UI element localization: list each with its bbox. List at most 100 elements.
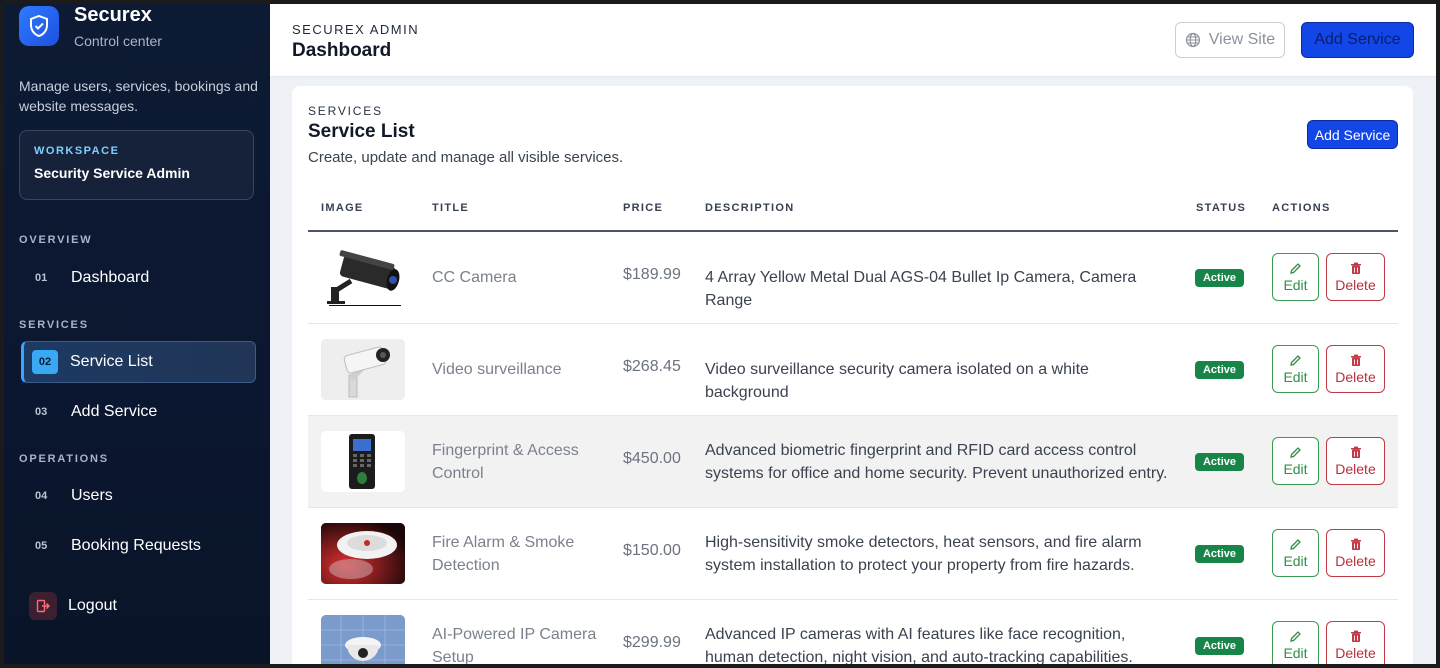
delete-button[interactable]: Delete xyxy=(1326,621,1385,664)
service-description: High-sensitivity smoke detectors, heat s… xyxy=(705,534,1142,574)
service-price: $299.99 xyxy=(623,634,681,651)
service-description: Advanced biometric fingerprint and RFID … xyxy=(705,442,1168,482)
sidebar-item-label: Add Service xyxy=(71,403,158,420)
dome-camera-image xyxy=(321,615,405,664)
view-site-button[interactable]: View Site xyxy=(1175,22,1285,58)
surveillance-camera-image xyxy=(321,339,405,400)
service-title: Fingerprint & Access Control xyxy=(432,442,579,482)
sidebar-description: Manage users, services, bookings and web… xyxy=(19,78,258,114)
edit-button[interactable]: Edit xyxy=(1272,621,1319,664)
brand-name: Securex xyxy=(74,4,152,26)
edit-button[interactable]: Edit xyxy=(1272,253,1319,301)
column-header-price: PRICE xyxy=(623,202,664,214)
brand-subtitle: Control center xyxy=(74,33,162,49)
service-description: Advanced IP cameras with AI features lik… xyxy=(705,626,1133,666)
pencil-icon xyxy=(1290,446,1301,458)
service-price: $450.00 xyxy=(623,450,681,467)
brand[interactable]: Securex Control center xyxy=(19,4,162,49)
edit-button[interactable]: Edit xyxy=(1272,345,1319,393)
pencil-icon xyxy=(1290,262,1301,274)
status-badge: Active xyxy=(1195,269,1244,287)
card-description: Create, update and manage all visible se… xyxy=(308,149,624,166)
sidebar-item-dashboard[interactable]: 01 Dashboard xyxy=(21,257,256,299)
service-description: Video surveillance security camera isola… xyxy=(705,361,1089,401)
delete-button[interactable]: Delete xyxy=(1326,529,1385,577)
column-header-actions: ACTIONS xyxy=(1272,202,1331,214)
status-badge: Active xyxy=(1195,453,1244,471)
service-description: 4 Array Yellow Metal Dual AGS-04 Bullet … xyxy=(705,269,1137,309)
section-label-overview: OVERVIEW xyxy=(19,234,93,246)
view-site-label: View Site xyxy=(1208,31,1276,48)
card-subtitle: SERVICES xyxy=(308,104,383,118)
trash-icon xyxy=(1350,262,1361,274)
service-title: CC Camera xyxy=(432,269,517,286)
table-row: Video surveillance $268.45 Video surveil… xyxy=(308,324,1398,416)
sidebar-item-service-list[interactable]: 02 Service List xyxy=(21,341,256,383)
main-content: SECUREX ADMIN Dashboard View Site Add Se… xyxy=(270,4,1436,664)
workspace-value: Security Service Admin xyxy=(34,165,190,181)
sidebar-item-label: Service List xyxy=(70,353,153,370)
delete-button[interactable]: Delete xyxy=(1326,437,1385,485)
workspace-card: WORKSPACE Security Service Admin xyxy=(19,130,254,200)
table-row: CC Camera $189.99 4 Array Yellow Metal D… xyxy=(308,232,1398,324)
trash-icon xyxy=(1350,538,1361,550)
topbar-subtitle: SECUREX ADMIN xyxy=(292,22,420,37)
logout-button[interactable]: Logout xyxy=(29,592,117,620)
delete-label: Delete xyxy=(1335,552,1376,569)
edit-button[interactable]: Edit xyxy=(1272,529,1319,577)
sidebar: Securex Control center Manage users, ser… xyxy=(4,4,270,664)
card-add-service-button[interactable]: Add Service xyxy=(1307,120,1398,149)
column-header-title: TITLE xyxy=(432,202,470,214)
table-row: Fingerprint & Access Control $450.00 Adv… xyxy=(308,416,1398,508)
globe-icon xyxy=(1185,32,1200,48)
service-price: $268.45 xyxy=(623,358,681,375)
service-title: Video surveillance xyxy=(432,361,562,378)
smoke-detector-image xyxy=(321,523,405,584)
shield-logo-icon xyxy=(19,6,59,46)
trash-icon xyxy=(1350,354,1361,366)
sidebar-item-label: Users xyxy=(71,487,113,504)
sidebar-item-label: Booking Requests xyxy=(71,537,201,554)
edit-label: Edit xyxy=(1283,644,1308,661)
workspace-label: WORKSPACE xyxy=(34,145,120,157)
service-price: $150.00 xyxy=(623,542,681,559)
edit-label: Edit xyxy=(1283,460,1308,477)
topbar: SECUREX ADMIN Dashboard View Site Add Se… xyxy=(270,4,1436,77)
trash-icon xyxy=(1350,630,1361,642)
delete-button[interactable]: Delete xyxy=(1326,253,1385,301)
logout-label: Logout xyxy=(68,597,117,614)
pencil-icon xyxy=(1290,538,1301,550)
table-row: Fire Alarm & Smoke Detection $150.00 Hig… xyxy=(308,508,1398,600)
status-badge: Active xyxy=(1195,637,1244,655)
edit-button[interactable]: Edit xyxy=(1272,437,1319,485)
pencil-icon xyxy=(1290,354,1301,366)
nav-number: 04 xyxy=(35,490,48,502)
service-list-card: SERVICES Service List Create, update and… xyxy=(292,86,1413,666)
logout-icon xyxy=(29,592,57,620)
section-label-operations: OPERATIONS xyxy=(19,453,109,465)
sidebar-item-label: Dashboard xyxy=(71,269,150,286)
pencil-icon xyxy=(1290,630,1301,642)
table-header: IMAGE TITLE PRICE DESCRIPTION STATUS ACT… xyxy=(308,190,1398,232)
page-title: Dashboard xyxy=(292,40,392,61)
edit-label: Edit xyxy=(1283,368,1308,385)
sidebar-item-booking-requests[interactable]: 05 Booking Requests xyxy=(21,525,256,567)
add-service-button[interactable]: Add Service xyxy=(1301,22,1414,58)
section-label-services: SERVICES xyxy=(19,319,89,331)
service-title: AI-Powered IP Camera Setup xyxy=(432,626,597,666)
delete-label: Delete xyxy=(1335,368,1376,385)
edit-label: Edit xyxy=(1283,552,1308,569)
delete-label: Delete xyxy=(1335,644,1376,661)
nav-number: 01 xyxy=(35,272,48,284)
sidebar-item-users[interactable]: 04 Users xyxy=(21,475,256,517)
fingerprint-device-image xyxy=(321,431,405,492)
sidebar-item-add-service[interactable]: 03 Add Service xyxy=(21,391,256,433)
delete-button[interactable]: Delete xyxy=(1326,345,1385,393)
delete-label: Delete xyxy=(1335,276,1376,293)
column-header-image: IMAGE xyxy=(321,202,364,214)
status-badge: Active xyxy=(1195,545,1244,563)
nav-number: 03 xyxy=(35,406,48,418)
delete-label: Delete xyxy=(1335,460,1376,477)
status-badge: Active xyxy=(1195,361,1244,379)
table-row: AI-Powered IP Camera Setup $299.99 Advan… xyxy=(308,600,1398,666)
